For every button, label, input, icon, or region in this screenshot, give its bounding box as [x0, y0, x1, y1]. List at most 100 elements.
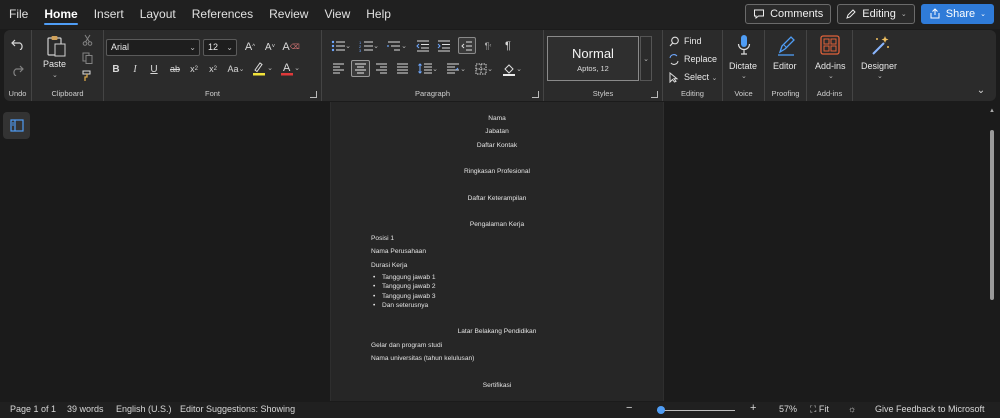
clear-formatting-icon[interactable]: A ⌫ — [282, 39, 299, 55]
paragraph-dialog-launcher-icon[interactable] — [532, 91, 539, 98]
replace-icon[interactable] — [668, 53, 680, 65]
font-dialog-launcher-icon[interactable] — [310, 91, 317, 98]
designer-wand-icon[interactable] — [869, 33, 891, 57]
format-painter-icon[interactable] — [80, 69, 94, 83]
underline-icon[interactable]: U — [147, 62, 161, 76]
numbering-icon[interactable]: 1 2 3 ⌄ — [358, 39, 380, 53]
chevron-down-icon[interactable]: ⌄ — [741, 72, 747, 80]
microphone-icon[interactable] — [734, 33, 754, 57]
style-font-info: Aptos, 12 — [577, 64, 609, 73]
addins-grid-icon[interactable] — [819, 33, 841, 57]
share-button[interactable]: Share ⌄ — [920, 4, 994, 24]
menu-review[interactable]: Review — [261, 0, 316, 29]
copy-icon[interactable] — [80, 51, 94, 65]
find-icon[interactable] — [668, 35, 680, 47]
editor-suggestions-status[interactable]: Editor Suggestions: Showing — [180, 404, 295, 414]
list-item: Dan seterusnya — [373, 302, 428, 309]
decrease-indent-icon[interactable] — [414, 39, 430, 53]
show-formatting-marks-icon[interactable]: ¶ — [500, 39, 516, 53]
select-label[interactable]: Select ⌄ — [684, 72, 717, 82]
rtl-direction-icon[interactable] — [458, 37, 476, 54]
editor-label[interactable]: Editor — [773, 61, 797, 71]
find-label[interactable]: Find — [684, 36, 702, 46]
subscript-icon[interactable]: x2 — [187, 62, 201, 76]
scroll-up-icon[interactable]: ▲ — [989, 108, 995, 114]
doc-pengalaman: Pengalaman Kerja — [469, 221, 525, 228]
italic-icon[interactable]: I — [128, 62, 142, 76]
addins-group: Add-ins ⌄ Add-ins — [807, 30, 853, 101]
cut-icon[interactable] — [80, 33, 94, 47]
collapse-ribbon-icon[interactable]: ⌄ — [974, 83, 988, 97]
chevron-down-icon: ⌄ — [226, 43, 233, 52]
doc-latar: Latar Belakang Pendidikan — [457, 328, 537, 335]
page-count[interactable]: Page 1 of 1 — [10, 404, 56, 414]
menu-home[interactable]: Home — [36, 0, 85, 29]
grow-font-icon[interactable]: A ^ — [242, 39, 258, 55]
focus-sun-icon[interactable]: ☼ — [848, 404, 856, 414]
proofing-group-label: Proofing — [771, 89, 800, 98]
ltr-direction-icon[interactable]: ¶ ‹ — [480, 39, 496, 53]
bullets-icon[interactable]: ⌄ — [330, 39, 352, 53]
menu-help[interactable]: Help — [358, 0, 399, 29]
comments-button[interactable]: Comments — [745, 4, 832, 24]
shrink-font-icon[interactable]: A ˅ — [262, 39, 278, 55]
addins-label[interactable]: Add-ins — [815, 61, 846, 71]
increase-indent-icon[interactable] — [435, 39, 451, 53]
align-right-icon[interactable] — [373, 61, 390, 76]
strikethrough-icon[interactable]: ab — [166, 62, 184, 76]
align-center-icon[interactable] — [351, 60, 370, 77]
zoom-slider[interactable] — [657, 410, 735, 411]
language-status[interactable]: English (U.S.) — [116, 404, 172, 414]
ribbon: Undo Paste ⌄ Clipboard Arial ⌄ 12 ⌄ A ^ A… — [4, 30, 996, 101]
fit-button[interactable]: ⛶ Fit — [810, 404, 829, 415]
font-family-select[interactable]: Arial ⌄ — [106, 39, 200, 56]
highlight-color-icon[interactable]: ⌄ — [250, 60, 274, 76]
styles-dialog-launcher-icon[interactable] — [651, 91, 658, 98]
font-size-select[interactable]: 12 ⌄ — [203, 39, 237, 56]
comment-icon — [754, 9, 765, 20]
chevron-down-icon[interactable]: ⌄ — [52, 71, 58, 79]
zoom-level[interactable]: 57% — [779, 404, 797, 414]
chevron-down-icon[interactable]: ⌄ — [877, 72, 883, 80]
dictate-label[interactable]: Dictate — [729, 61, 757, 71]
borders-icon[interactable]: ⌄ — [472, 61, 496, 76]
navigation-pane-icon — [9, 119, 24, 132]
multilevel-list-icon[interactable]: ⌄ — [386, 39, 408, 53]
menu-insert[interactable]: Insert — [86, 0, 132, 29]
font-color-icon[interactable]: A ⌄ — [278, 60, 302, 76]
editing-mode-button[interactable]: Editing ⌄ — [837, 4, 915, 24]
justify-icon[interactable] — [394, 61, 411, 76]
change-case-icon[interactable]: Aa ⌄ — [225, 62, 247, 76]
word-count[interactable]: 39 words — [67, 404, 104, 414]
menu-file[interactable]: File — [1, 0, 36, 29]
styles-gallery-more-icon[interactable]: ⌄ — [640, 36, 652, 81]
select-cursor-icon[interactable] — [668, 71, 680, 83]
zoom-slider-thumb[interactable] — [656, 406, 665, 414]
menu-layout[interactable]: Layout — [132, 0, 184, 29]
align-left-icon[interactable] — [330, 61, 347, 76]
redo-icon[interactable] — [9, 62, 27, 78]
designer-label[interactable]: Designer — [861, 61, 897, 71]
paste-icon[interactable] — [44, 34, 68, 58]
zoom-out-icon[interactable]: − — [626, 402, 632, 414]
line-spacing-icon[interactable]: ⌄ — [416, 61, 440, 76]
superscript-icon[interactable]: x2 — [206, 62, 220, 76]
undo-icon[interactable] — [9, 36, 27, 52]
shading-icon[interactable]: ⌄ — [500, 61, 524, 76]
replace-label[interactable]: Replace — [684, 54, 717, 64]
document-page[interactable]: Nama Jabatan Daftar Kontak Ringkasan Pro… — [330, 102, 664, 401]
chevron-down-icon[interactable]: ⌄ — [828, 72, 834, 80]
paragraph-spacing-icon[interactable]: ⌄ — [444, 61, 468, 76]
menu-view[interactable]: View — [316, 0, 358, 29]
zoom-in-icon[interactable]: + — [750, 402, 756, 414]
editing-mode-label: Editing — [862, 8, 896, 20]
navigation-pane-button[interactable] — [3, 112, 30, 139]
vertical-scrollbar[interactable] — [990, 130, 994, 300]
style-normal[interactable]: Normal Aptos, 12 — [547, 36, 639, 81]
menu-references[interactable]: References — [184, 0, 261, 29]
paste-label[interactable]: Paste — [43, 59, 66, 69]
feedback-link[interactable]: Give Feedback to Microsoft — [875, 404, 985, 414]
editor-pen-icon[interactable] — [775, 33, 797, 57]
bold-icon[interactable]: B — [109, 62, 123, 76]
fit-icon: ⛶ — [810, 404, 817, 414]
